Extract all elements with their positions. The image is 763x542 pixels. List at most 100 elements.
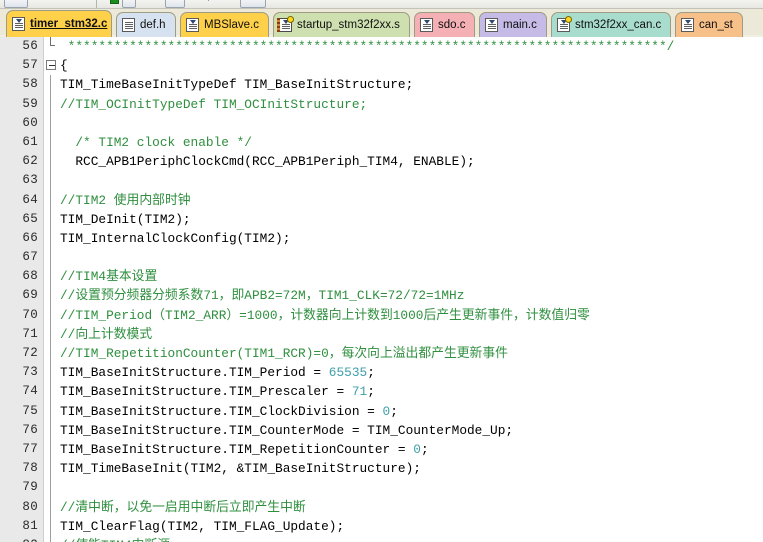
line-number: 64: [22, 192, 38, 207]
code-line[interactable]: 80 //清中断，以免一启用中断后立即产生中断: [0, 497, 763, 517]
c-source-file-icon: [12, 17, 25, 31]
tab-def-h[interactable]: def.h: [116, 12, 176, 37]
fold-marker: [45, 382, 57, 402]
code-token: RCC_APB1PeriphClockCmd(RCC_APB1Periph_TI…: [60, 154, 475, 170]
c-source-file-icon: [485, 18, 498, 32]
line-number: 63: [22, 173, 38, 188]
toolbar-button-find[interactable]: öö: [40, 0, 51, 3]
number-token: 71: [351, 384, 368, 400]
tab-timer-stm32-c[interactable]: timer_stm32.c: [6, 10, 112, 37]
line-text: //TIM4基本设置: [60, 267, 157, 286]
fold-marker: [45, 190, 57, 210]
fold-marker: [45, 113, 57, 133]
line-text: //TIM_RepetitionCounter(TIM1_RCR)=0，每次向上…: [60, 344, 508, 363]
line-number: 58: [22, 77, 38, 92]
fold-marker: [45, 459, 57, 479]
code-token: ;: [390, 403, 398, 419]
comment-token: //TIM_RepetitionCounter(TIM1_RCR)=0，每次向上…: [60, 346, 508, 361]
code-token: TIM_BaseInitStructure.TIM_CounterMode = …: [60, 422, 514, 438]
code-line[interactable]: 67: [0, 248, 763, 268]
code-line[interactable]: 65 TIM_DeInit(TIM2);: [0, 209, 763, 229]
line-number: 68: [22, 269, 38, 284]
line-text: RCC_APB1PeriphClockCmd(RCC_APB1Periph_TI…: [60, 152, 475, 171]
code-token: TIM_BaseInitStructure.TIM_RepetitionCoun…: [60, 441, 414, 457]
code-line[interactable]: 62 RCC_APB1PeriphClockCmd(RCC_APB1Periph…: [0, 152, 763, 172]
tab-sdo-c[interactable]: sdo.c: [414, 12, 475, 37]
toolbar-button-1[interactable]: [4, 0, 28, 8]
line-number: 70: [22, 307, 38, 322]
comment-token: //设置预分频器分频系数71，即APB2=72M，TIM1_CLK=72/72=…: [60, 288, 465, 304]
line-text: TIM_ClearFlag(TIM2, TIM_FLAG_Update);: [60, 517, 344, 536]
code-line[interactable]: 73 TIM_BaseInitStructure.TIM_Period = 655…: [0, 363, 763, 383]
code-line[interactable]: 79: [0, 478, 763, 498]
code-line[interactable]: 56 *************************************…: [0, 37, 763, 56]
code-line[interactable]: 66 TIM_InternalClockConfig(TIM2);: [0, 228, 763, 249]
tab-main-c[interactable]: main.c: [479, 12, 547, 37]
fold-marker: [45, 132, 57, 153]
fold-marker: [45, 267, 57, 287]
tab-label: def.h: [140, 19, 166, 31]
code-token: TIM_TimeBaseInit(TIM2, &TIM_BaseInitStru…: [60, 461, 421, 477]
comment-token: ****************************************…: [60, 39, 675, 54]
tab-startup-stm32f2xx-s[interactable]: startup_stm32f2xx.s: [273, 12, 410, 37]
code-line[interactable]: 72 //TIM_RepetitionCounter(TIM1_RCR)=0，每次…: [0, 344, 763, 364]
code-line[interactable]: 57 {: [0, 56, 763, 75]
fold-marker: [45, 324, 57, 344]
code-line[interactable]: 77 TIM_BaseInitStructure.TIM_RepetitionCo…: [0, 439, 763, 460]
line-number: 75: [22, 403, 38, 418]
fold-marker: [45, 152, 57, 172]
code-line[interactable]: 60: [0, 113, 763, 133]
code-line[interactable]: 78 TIM_TimeBaseInit(TIM2, &TIM_BaseInitSt…: [0, 459, 763, 479]
code-line[interactable]: 81 TIM_ClearFlag(TIM2, TIM_FLAG_Update);: [0, 516, 763, 536]
tab-mbslave-c[interactable]: MBSlave.c: [180, 12, 269, 37]
code-line[interactable]: 69 //设置预分频器分频系数71，即APB2=72M，TIM1_CLK=72/7…: [0, 286, 763, 306]
code-line[interactable]: 82 //使能TIM4中断源: [0, 535, 763, 542]
line-text: TIM_BaseInitStructure.TIM_Prescaler = 71…: [60, 382, 375, 401]
fold-marker: [45, 209, 57, 229]
code-line[interactable]: 64 //TIM2 使用内部时钟: [0, 190, 763, 210]
code-line[interactable]: 61 /* TIM2 clock enable */: [0, 132, 763, 153]
line-text: TIM_TimeBaseInit(TIM2, &TIM_BaseInitStru…: [60, 459, 421, 478]
toolbar-button-build[interactable]: [110, 0, 119, 4]
code-line[interactable]: 71 //向上计数模式: [0, 324, 763, 344]
fold-marker: [45, 75, 57, 95]
tab-stm32f2xx-can-c[interactable]: stm32f2xx_can.c: [551, 12, 671, 37]
tab-label: stm32f2xx_can.c: [575, 19, 662, 31]
code-line[interactable]: 76 TIM_BaseInitStructure.TIM_CounterMode …: [0, 420, 763, 440]
number-token: 65535: [328, 365, 368, 381]
toolbar-button-target[interactable]: [122, 0, 136, 8]
line-number: 67: [22, 250, 38, 265]
comment-token: //清中断，以免一启用中断后立即产生中断: [60, 499, 306, 515]
fold-marker: [45, 420, 57, 440]
code-line[interactable]: 63: [0, 171, 763, 191]
code-editor[interactable]: 56 *************************************…: [0, 37, 763, 542]
toolbar-button-debug[interactable]: ▽: [205, 0, 212, 3]
modified-badge-icon: [287, 16, 294, 23]
code-token: TIM_BaseInitStructure.TIM_ClockDivision …: [60, 403, 383, 419]
fold-marker[interactable]: [45, 56, 57, 75]
line-number: 77: [22, 441, 38, 456]
line-number: 79: [22, 480, 38, 495]
code-line[interactable]: 59 //TIM_OCInitTypeDef TIM_OCInitStructur…: [0, 94, 763, 114]
code-token: ;: [420, 441, 429, 457]
line-number: 72: [22, 346, 38, 360]
toolbar-button-rebuild[interactable]: [165, 0, 185, 8]
code-line[interactable]: 75 TIM_BaseInitStructure.TIM_ClockDivisio…: [0, 401, 763, 421]
line-text: TIM_TimeBaseInitTypeDef TIM_BaseInitStru…: [60, 75, 413, 94]
line-text: //向上计数模式: [60, 325, 152, 344]
tab-label: MBSlave.c: [204, 19, 259, 31]
line-text: //使能TIM4中断源: [60, 536, 170, 542]
code-line[interactable]: 70 //TIM_Period（TIM2_ARR）=1000，计数器向上计数到10…: [0, 305, 763, 325]
code-line[interactable]: 74 TIM_BaseInitStructure.TIM_Prescaler = …: [0, 382, 763, 402]
line-text: //TIM_OCInitTypeDef TIM_OCInitStructure;: [60, 95, 367, 114]
line-text: //设置预分频器分频系数71，即APB2=72M，TIM1_CLK=72/72=…: [60, 286, 464, 305]
code-line[interactable]: 68 //TIM4基本设置: [0, 267, 763, 287]
line-number: 71: [22, 326, 38, 341]
line-number: 57: [22, 58, 38, 73]
toolbar-button-options[interactable]: [240, 0, 266, 8]
toolbar-separator: [96, 0, 97, 8]
comment-token: //TIM2 使用内部时钟: [60, 192, 191, 208]
code-token: TIM_ClearFlag(TIM2, TIM_FLAG_Update);: [60, 518, 345, 534]
code-line[interactable]: 58 TIM_TimeBaseInitTypeDef TIM_BaseInitSt…: [0, 75, 763, 95]
tab-can-st[interactable]: can_st: [675, 12, 743, 37]
